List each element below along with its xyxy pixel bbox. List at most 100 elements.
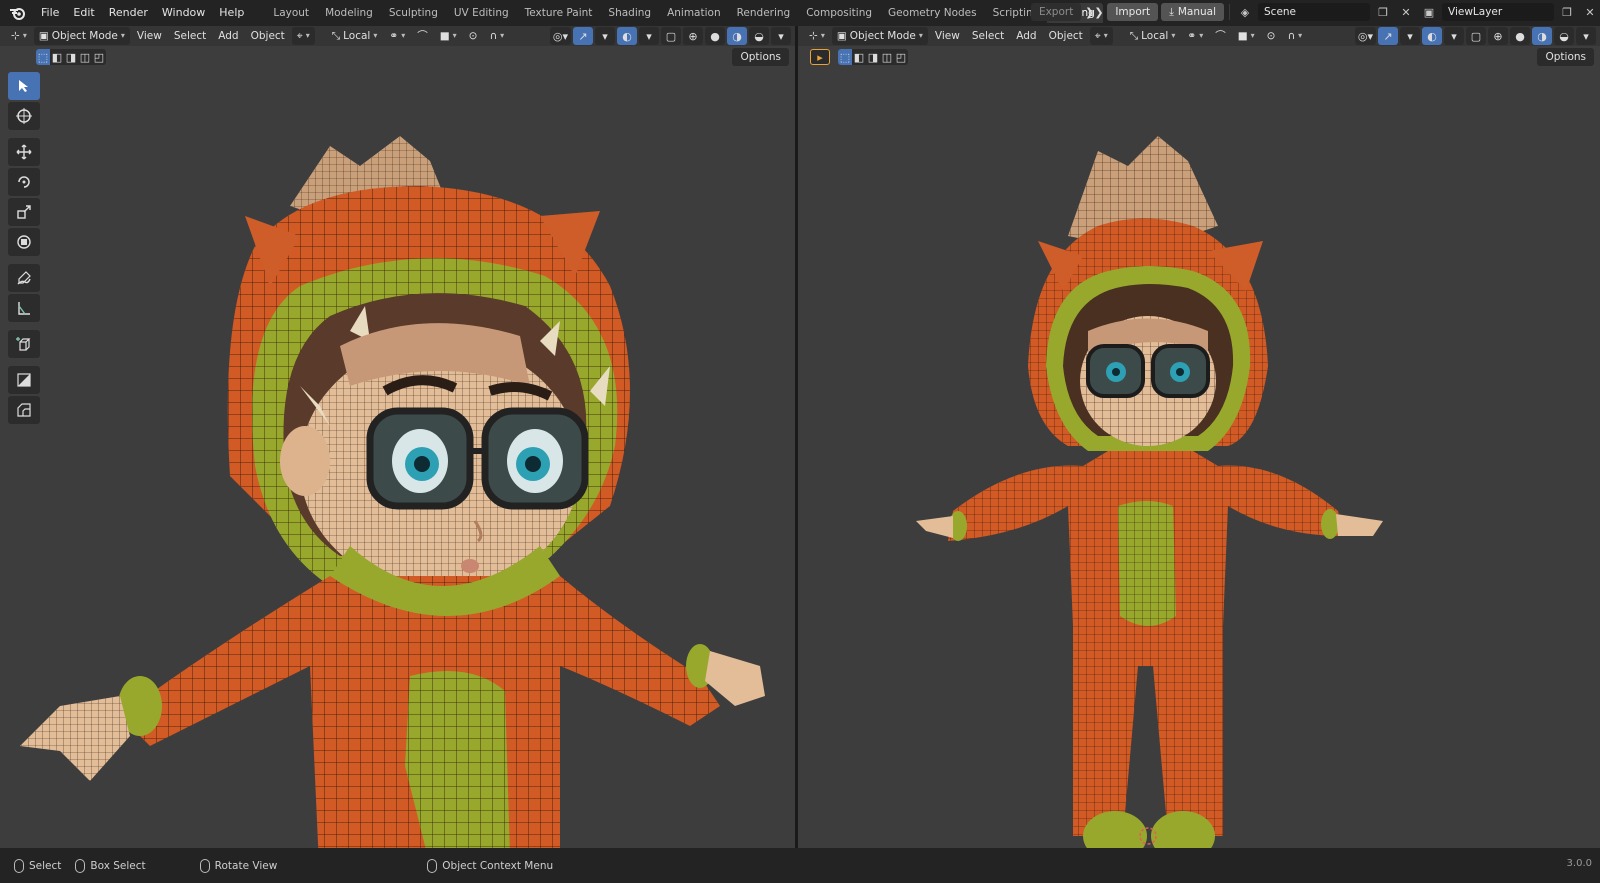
gizmo-dropdown-icon[interactable]: ▾	[1400, 27, 1420, 45]
orientation-dropdown[interactable]: ⤡ Local ▾	[1125, 27, 1181, 45]
select-extend-icon[interactable]: ◧	[50, 49, 64, 65]
overlays-dropdown-icon[interactable]: ▾	[639, 27, 659, 45]
manual-button[interactable]: ⤓ Manual	[1161, 3, 1224, 21]
material-shading-icon[interactable]: ◑	[1532, 27, 1552, 45]
import-button[interactable]: Import	[1107, 3, 1159, 21]
export-button[interactable]: Export	[1030, 3, 1082, 21]
bevel-icon[interactable]	[8, 396, 40, 424]
measure-icon[interactable]	[8, 294, 40, 322]
copy-scene-icon[interactable]: ❐	[1373, 3, 1393, 21]
snap-target-icon[interactable]: ■ ▾	[1233, 27, 1260, 45]
select-box-icon[interactable]	[8, 72, 40, 100]
scene-field[interactable]: Scene	[1258, 3, 1370, 21]
overlays-icon[interactable]: ◐	[617, 27, 637, 45]
select-subtract-icon[interactable]: ◨	[866, 49, 880, 65]
falloff-icon[interactable]: ∩ ▾	[484, 27, 509, 45]
select-menu[interactable]: Select	[967, 27, 1009, 45]
editor-type-icon[interactable]: ⊹ ▾	[804, 27, 830, 45]
tab-texture-paint[interactable]: Texture Paint	[517, 3, 601, 23]
menu-render[interactable]: Render	[102, 3, 155, 23]
options-button[interactable]: Options	[1537, 48, 1594, 66]
tab-rendering[interactable]: Rendering	[729, 3, 799, 23]
material-shading-icon[interactable]: ◑	[727, 27, 747, 45]
view-menu[interactable]: View	[132, 27, 167, 45]
overlays-dropdown-icon[interactable]: ▾	[1444, 27, 1464, 45]
wireframe-shading-icon[interactable]: ⊕	[1488, 27, 1508, 45]
tab-animation[interactable]: Animation	[659, 3, 729, 23]
tab-compositing[interactable]: Compositing	[798, 3, 880, 23]
orientation-dropdown[interactable]: ⤡ Local ▾	[327, 27, 383, 45]
snap-target-icon[interactable]: ■ ▾	[435, 27, 462, 45]
viewlayer-icon[interactable]: ▣	[1419, 3, 1439, 21]
view-menu[interactable]: View	[930, 27, 965, 45]
shading-dropdown-icon[interactable]: ▾	[1576, 27, 1596, 45]
viewlayer-field[interactable]: ViewLayer	[1442, 3, 1554, 21]
xray-icon[interactable]: ▢	[1466, 27, 1486, 45]
wireframe-shading-icon[interactable]: ⊕	[683, 27, 703, 45]
overlays-icon[interactable]: ◐	[1422, 27, 1442, 45]
extrude-icon[interactable]	[8, 366, 40, 394]
rotate-icon[interactable]	[8, 168, 40, 196]
object-menu[interactable]: Object	[246, 27, 290, 45]
options-button[interactable]: Options	[732, 48, 789, 66]
snap-icon[interactable]: ⌒	[1210, 27, 1231, 45]
viewport-right[interactable]: ⊹ ▾ ▣ Object Mode ▾ View Select Add Object …	[798, 26, 1600, 848]
menu-help[interactable]: Help	[212, 3, 251, 23]
select-intersect-icon[interactable]: ◰	[92, 49, 106, 65]
pivot-icon[interactable]: ⚭ ▾	[1182, 27, 1208, 45]
tab-layout[interactable]: Layout	[265, 3, 317, 23]
gizmo-toggle[interactable]: ⌖ ▾	[291, 27, 315, 45]
add-menu[interactable]: Add	[213, 27, 243, 45]
blender-logo-icon[interactable]	[8, 3, 28, 23]
select-intersect-icon[interactable]: ◰	[894, 49, 908, 65]
rendered-shading-icon[interactable]: ◒	[1554, 27, 1574, 45]
annotate-icon[interactable]	[8, 264, 40, 292]
select-invert-icon[interactable]: ◫	[78, 49, 92, 65]
select-invert-icon[interactable]: ◫	[880, 49, 894, 65]
move-icon[interactable]	[8, 138, 40, 166]
xray-icon[interactable]: ▢	[661, 27, 681, 45]
gizmos-icon[interactable]: ↗	[1378, 27, 1398, 45]
select-new-icon[interactable]: ⬚	[838, 49, 852, 65]
falloff-icon[interactable]: ∩ ▾	[1282, 27, 1307, 45]
add-cube-icon[interactable]	[8, 330, 40, 358]
object-menu[interactable]: Object	[1044, 27, 1088, 45]
transform-icon[interactable]	[8, 228, 40, 256]
gizmo-dropdown-icon[interactable]: ▾	[595, 27, 615, 45]
rendered-shading-icon[interactable]: ◒	[749, 27, 769, 45]
tab-uv-editing[interactable]: UV Editing	[446, 3, 517, 23]
snap-icon[interactable]: ⌒	[412, 27, 433, 45]
tab-shading[interactable]: Shading	[600, 3, 659, 23]
add-menu[interactable]: Add	[1011, 27, 1041, 45]
select-extend-icon[interactable]: ◧	[852, 49, 866, 65]
solid-shading-icon[interactable]: ●	[705, 27, 725, 45]
menu-file[interactable]: File	[34, 3, 66, 23]
cursor-icon[interactable]	[8, 102, 40, 130]
copy-viewlayer-icon[interactable]: ❐	[1557, 3, 1577, 21]
scene-icon[interactable]: ◈	[1235, 3, 1255, 21]
editor-type-icon[interactable]: ⊹ ▾	[6, 27, 32, 45]
pivot-icon[interactable]: ⚭ ▾	[384, 27, 410, 45]
proportional-icon[interactable]: ⊙	[464, 27, 483, 45]
select-subtract-icon[interactable]: ◨	[64, 49, 78, 65]
scale-icon[interactable]	[8, 198, 40, 226]
visibility-icon[interactable]: ◎▾	[1354, 27, 1376, 45]
shading-dropdown-icon[interactable]: ▾	[771, 27, 791, 45]
gizmo-toggle[interactable]: ⌖ ▾	[1089, 27, 1113, 45]
close-viewlayer-icon[interactable]: ✕	[1580, 3, 1600, 21]
visibility-icon[interactable]: ◎▾	[549, 27, 571, 45]
viewport-left[interactable]: ⊹ ▾ ▣ Object Mode ▾ View Select Add Object …	[0, 26, 795, 848]
gizmos-icon[interactable]: ↗	[573, 27, 593, 45]
mode-dropdown[interactable]: ▣ Object Mode ▾	[33, 27, 130, 45]
menu-window[interactable]: Window	[155, 3, 212, 23]
select-tool-icon[interactable]: ▸	[810, 49, 830, 65]
close-icon[interactable]: ✕	[1396, 3, 1416, 21]
menu-edit[interactable]: Edit	[66, 3, 101, 23]
tab-sculpting[interactable]: Sculpting	[381, 3, 446, 23]
select-menu[interactable]: Select	[169, 27, 211, 45]
tab-modeling[interactable]: Modeling	[317, 3, 381, 23]
solid-shading-icon[interactable]: ●	[1510, 27, 1530, 45]
mode-dropdown[interactable]: ▣ Object Mode ▾	[831, 27, 928, 45]
proportional-icon[interactable]: ⊙	[1262, 27, 1281, 45]
tab-geometry-nodes[interactable]: Geometry Nodes	[880, 3, 985, 23]
